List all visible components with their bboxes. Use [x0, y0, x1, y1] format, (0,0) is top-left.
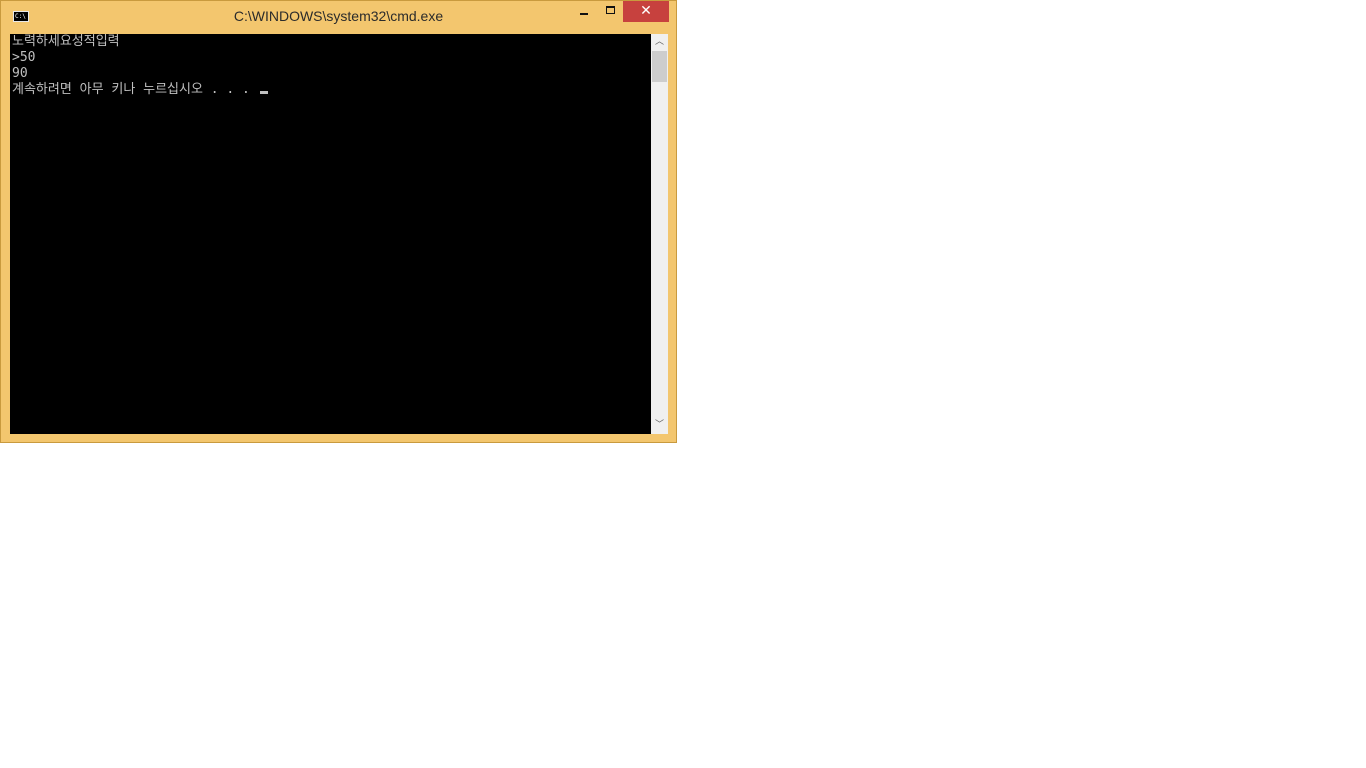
chevron-down-icon: ﹀	[654, 420, 664, 430]
minimize-icon	[580, 13, 588, 15]
console-line: >50	[12, 50, 36, 65]
maximize-button[interactable]	[597, 1, 623, 22]
scroll-thumb[interactable]	[652, 51, 667, 82]
cmd-window: C:\ C:\WINDOWS\system32\cmd.exe ✕ 노력하세요성…	[0, 0, 677, 443]
console-output[interactable]: 노력하세요성적입력 >50 90 계속하려면 아무 키나 누르십시오 . . .	[10, 34, 651, 434]
vertical-scrollbar[interactable]: ︿ ﹀	[651, 34, 668, 434]
minimize-button[interactable]	[571, 1, 597, 22]
close-button[interactable]: ✕	[623, 1, 669, 22]
console-line-prompt: 계속하려면 아무 키나 누르십시오 . . .	[12, 82, 649, 98]
close-icon: ✕	[640, 3, 652, 19]
text-cursor	[259, 91, 268, 94]
maximize-icon	[606, 6, 615, 14]
scroll-down-button[interactable]: ﹀	[651, 417, 668, 434]
console-line: 노력하세요성적입력	[12, 34, 120, 49]
console-line: 90	[12, 66, 28, 81]
cmd-icon[interactable]: C:\	[13, 11, 29, 22]
console-line-text: 계속하려면 아무 키나 누르십시오 . . .	[12, 82, 258, 97]
chevron-up-icon: ︿	[654, 37, 664, 47]
title-bar[interactable]: C:\ C:\WINDOWS\system32\cmd.exe ✕	[1, 1, 676, 33]
scroll-up-button[interactable]: ︿	[651, 34, 668, 51]
